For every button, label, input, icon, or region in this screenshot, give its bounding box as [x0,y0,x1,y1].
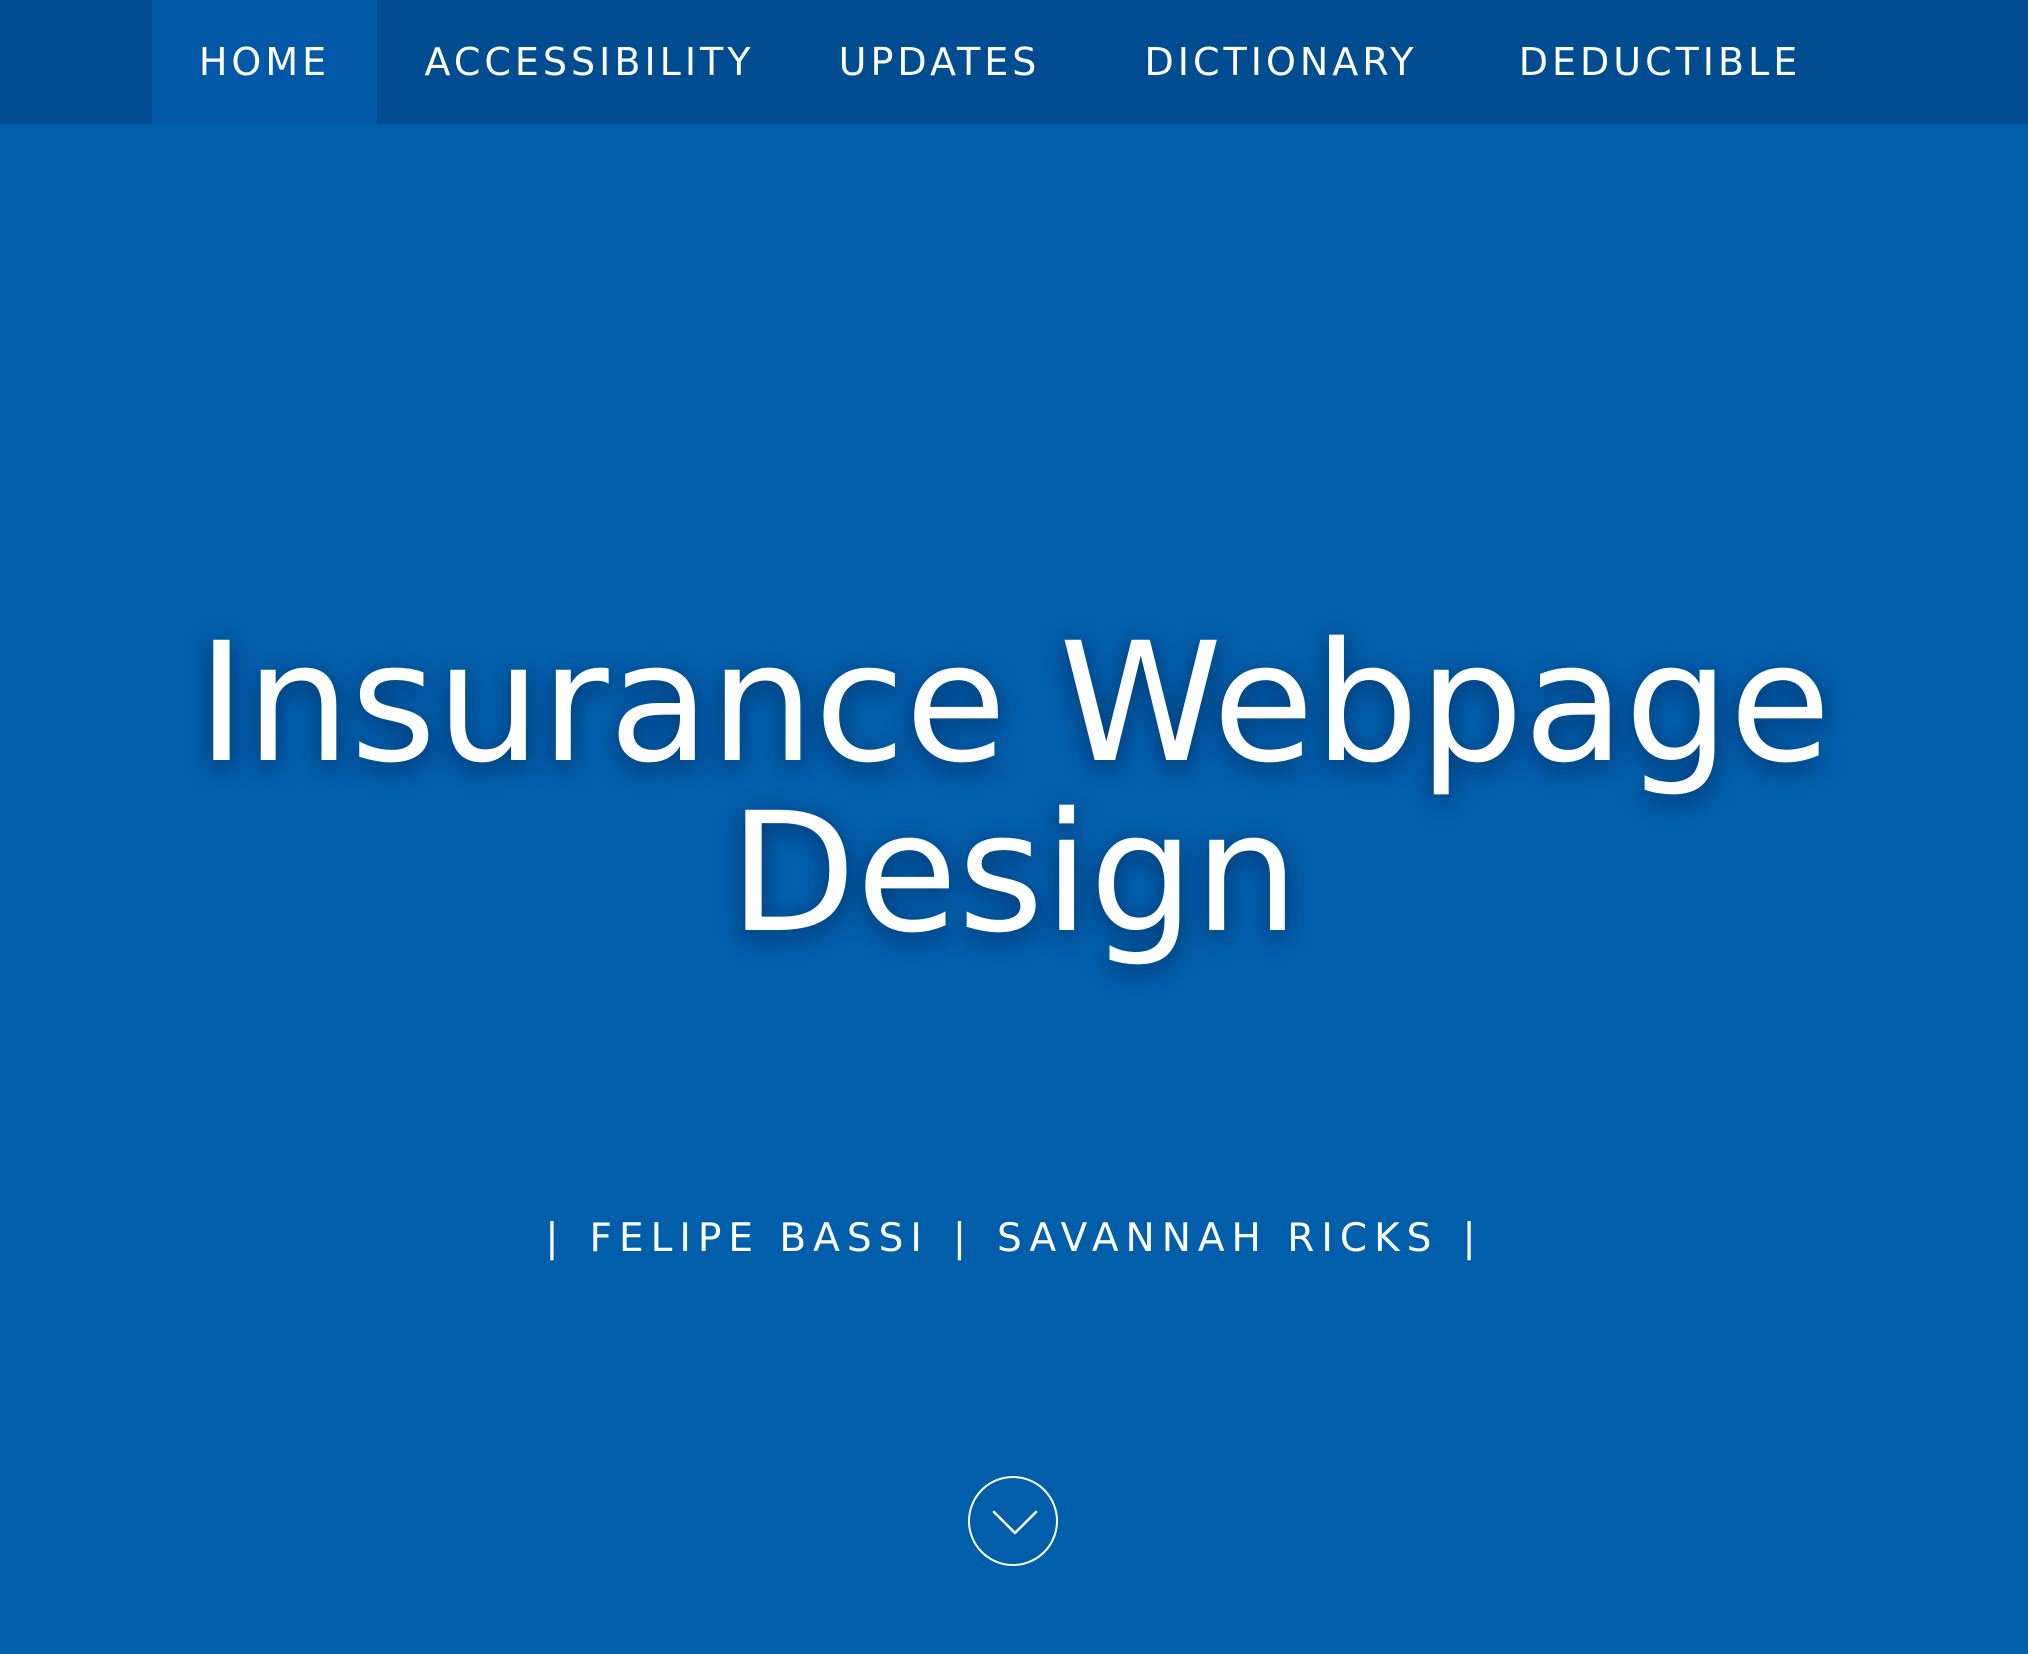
nav-item-updates[interactable]: UPDATES [802,0,1077,124]
authors-line: | FELIPE BASSI | SAVANNAH RICKS | [0,1216,2028,1261]
nav-item-home[interactable]: HOME [152,0,377,124]
author-separator: | [952,1216,973,1261]
author-name-2: SAVANNAH RICKS [997,1216,1439,1261]
nav-item-deductible[interactable]: DEDUCTIBLE [1485,0,1835,124]
nav-item-dictionary[interactable]: DICTIONARY [1077,0,1485,124]
author-separator: | [545,1216,566,1261]
hero-title: Insurance Webpage Design [0,618,2028,958]
top-navbar: HOME ACCESSIBILITY UPDATES DICTIONARY DE… [0,0,2028,124]
chevron-down-icon [992,1510,1038,1535]
scroll-down-button[interactable] [968,1476,1058,1566]
hero-title-line-1: Insurance Webpage [197,607,1831,799]
nav-item-accessibility[interactable]: ACCESSIBILITY [377,0,802,124]
page: HOME ACCESSIBILITY UPDATES DICTIONARY DE… [0,0,2028,1654]
author-name-1: FELIPE BASSI [589,1216,929,1261]
author-separator: | [1462,1216,1483,1261]
nav-list: HOME ACCESSIBILITY UPDATES DICTIONARY DE… [152,0,1835,124]
hero-title-line-2: Design [729,777,1299,969]
